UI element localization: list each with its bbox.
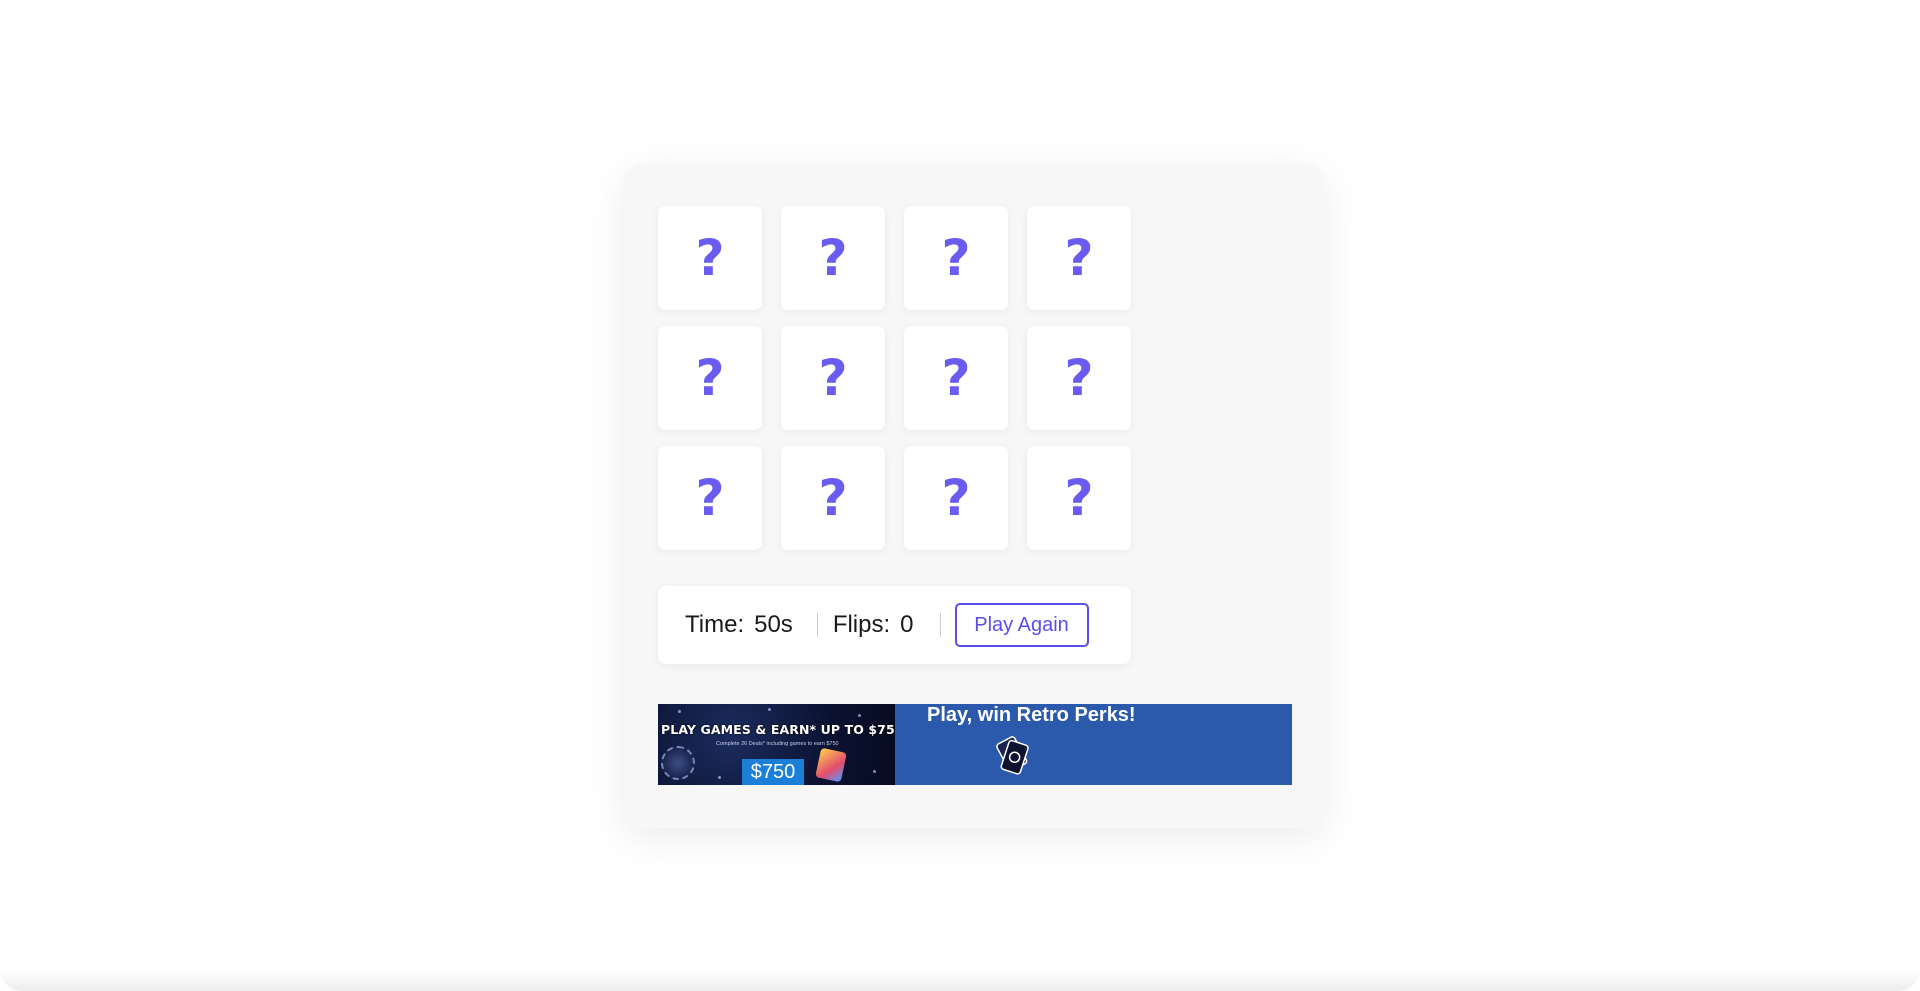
question-mark-icon: ?: [818, 349, 848, 407]
memory-card[interactable]: ?: [658, 206, 762, 310]
memory-card[interactable]: ?: [904, 326, 1008, 430]
page: ? ? ? ? ? ? ? ? ? ? ? ? Time: 50s Flips:…: [0, 0, 1920, 991]
ad-cta-area: Play, win Retro Perks!: [895, 704, 1292, 785]
flips-value: 0: [900, 611, 914, 638]
window-bottom-edge: [0, 969, 1920, 991]
divider: [939, 613, 941, 637]
gift-card-icon: [815, 747, 847, 783]
question-mark-icon: ?: [695, 469, 725, 527]
question-mark-icon: ?: [818, 469, 848, 527]
memory-card[interactable]: ?: [781, 446, 885, 550]
question-mark-icon: ?: [941, 349, 971, 407]
star-decoration: [718, 776, 721, 779]
star-decoration: [678, 710, 681, 713]
star-decoration: [873, 770, 876, 773]
memory-card[interactable]: ?: [658, 326, 762, 430]
memory-card[interactable]: ?: [904, 206, 1008, 310]
play-again-button[interactable]: Play Again: [954, 603, 1089, 647]
star-decoration: [768, 708, 771, 711]
question-mark-icon: ?: [1064, 229, 1094, 287]
card-board: ? ? ? ? ? ? ? ? ? ? ? ?: [658, 206, 1131, 550]
memory-card[interactable]: ?: [1027, 206, 1131, 310]
playing-cards-icon: [996, 736, 1029, 775]
memory-card[interactable]: ?: [1027, 326, 1131, 430]
divider: [816, 613, 818, 637]
time-stat: Time: 50s: [685, 611, 793, 639]
memory-card[interactable]: ?: [904, 446, 1008, 550]
question-mark-icon: ?: [1064, 469, 1094, 527]
game-controls-bar: Time: 50s Flips: 0 Play Again: [658, 586, 1131, 664]
ad-cta-text: Play, win Retro Perks!: [927, 704, 1136, 726]
question-mark-icon: ?: [818, 229, 848, 287]
question-mark-icon: ?: [695, 349, 725, 407]
question-mark-icon: ?: [941, 229, 971, 287]
ad-prize-amount: $750: [742, 759, 804, 785]
ad-promo-image: PLAY GAMES & EARN* UP TO $750 Complete 2…: [658, 704, 895, 785]
ad-banner[interactable]: PLAY GAMES & EARN* UP TO $750 Complete 2…: [658, 704, 1292, 785]
ad-headline: PLAY GAMES & EARN* UP TO $750: [661, 722, 895, 737]
poker-chip-icon: [661, 746, 695, 780]
time-label: Time:: [685, 611, 745, 638]
question-mark-icon: ?: [941, 469, 971, 527]
memory-game-panel: ? ? ? ? ? ? ? ? ? ? ? ? Time: 50s Flips:…: [624, 164, 1324, 828]
time-value: 50s: [754, 611, 793, 638]
star-decoration: [858, 714, 861, 717]
question-mark-icon: ?: [695, 229, 725, 287]
question-mark-icon: ?: [1064, 349, 1094, 407]
memory-card[interactable]: ?: [658, 446, 762, 550]
memory-card[interactable]: ?: [781, 206, 885, 310]
flips-stat: Flips: 0: [833, 611, 914, 639]
flips-label: Flips:: [832, 611, 891, 638]
memory-card[interactable]: ?: [781, 326, 885, 430]
ad-fine-print: Complete 26 Deals* including games to ea…: [716, 741, 839, 747]
memory-card[interactable]: ?: [1027, 446, 1131, 550]
